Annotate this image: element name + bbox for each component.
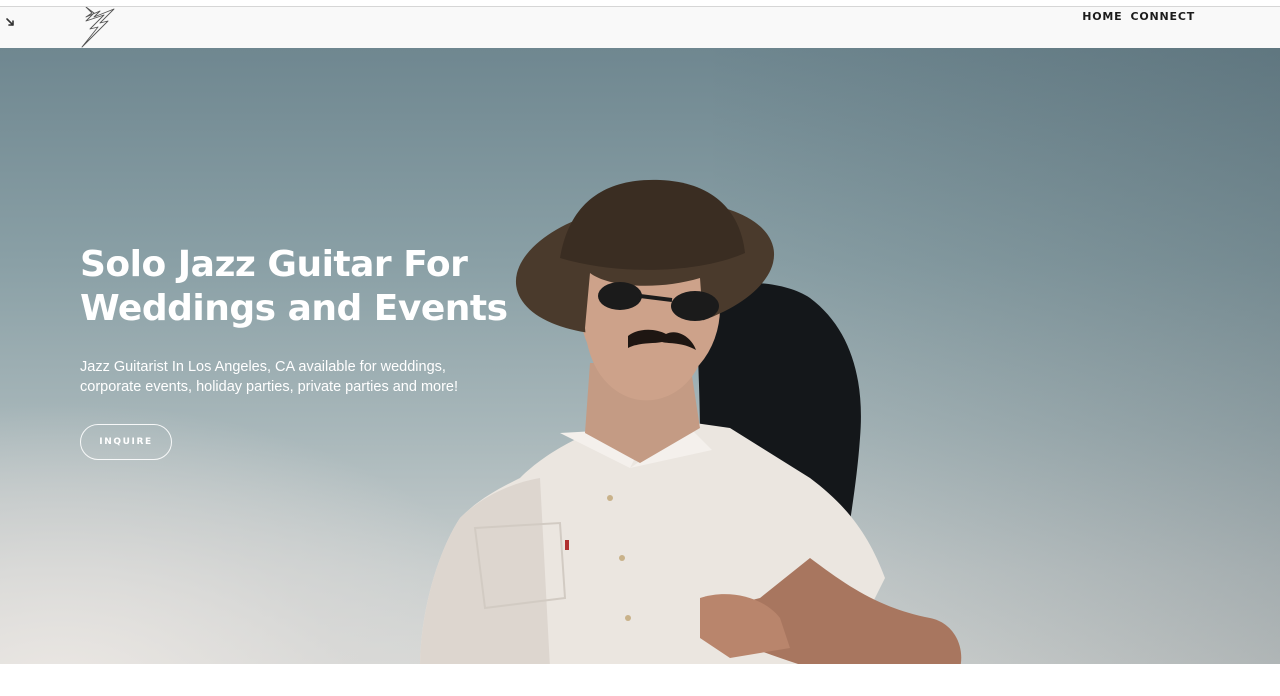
arrow-down-right-icon[interactable] — [4, 16, 16, 28]
hero-title: Solo Jazz Guitar For Weddings and Events — [80, 244, 508, 329]
hero-content: Solo Jazz Guitar For Weddings and Events… — [80, 243, 540, 460]
inquire-button[interactable]: INQUIRE — [80, 424, 172, 460]
hero-section: Solo Jazz Guitar For Weddings and Events… — [0, 48, 1280, 664]
hero-subtitle: Jazz Guitarist In Los Angeles, CA availa… — [80, 359, 459, 395]
page-bottom-area — [0, 664, 1280, 696]
page: HOME CONNECT Solo Jazz Guitar For Weddin… — [0, 0, 1280, 696]
lightning-bolt-logo-icon[interactable] — [78, 7, 118, 49]
site-header: HOME CONNECT — [0, 7, 1280, 48]
nav-home-link[interactable]: HOME — [1082, 7, 1122, 24]
nav-connect-link[interactable]: CONNECT — [1130, 7, 1195, 24]
main-nav: HOME CONNECT — [1082, 7, 1195, 24]
